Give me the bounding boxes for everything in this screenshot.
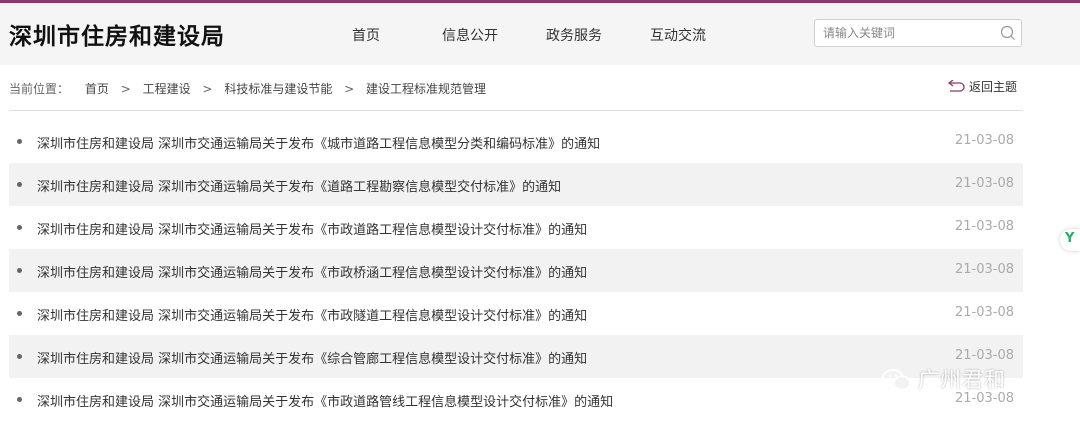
- article-date: 21-03-08: [954, 219, 1014, 234]
- nav-government-services[interactable]: 政务服务: [546, 25, 602, 45]
- article-date: 21-03-08: [954, 262, 1014, 277]
- side-badge-icon[interactable]: Y: [1060, 229, 1080, 251]
- breadcrumb-label: 当前位置：: [9, 82, 70, 96]
- breadcrumb-tech-standards[interactable]: 科技标准与建设节能: [224, 82, 332, 96]
- search-input[interactable]: [823, 24, 993, 42]
- search-icon[interactable]: [1000, 25, 1016, 41]
- site-title[interactable]: 深圳市住房和建设局: [9, 17, 225, 51]
- list-item: 深圳市住房和建设局 深圳市交通运输局关于发布《城市道路工程信息模型分类和编码标准…: [9, 120, 1023, 163]
- article-title-link[interactable]: 深圳市住房和建设局 深圳市交通运输局关于发布《市政道路工程信息模型设计交付标准》…: [37, 219, 587, 238]
- article-title-link[interactable]: 深圳市住房和建设局 深圳市交通运输局关于发布《道路工程勘察信息模型交付标准》的通…: [37, 176, 561, 195]
- article-list: 深圳市住房和建设局 深圳市交通运输局关于发布《城市道路工程信息模型分类和编码标准…: [9, 120, 1023, 421]
- back-to-topic-label: 返回主题: [969, 80, 1018, 94]
- wechat-icon: [882, 369, 911, 391]
- breadcrumb-separator: >: [202, 82, 213, 96]
- article-date: 21-03-08: [954, 348, 1014, 363]
- divider: [9, 110, 1023, 111]
- search-box: [814, 19, 1022, 47]
- back-to-topic-link[interactable]: 返回主题: [945, 78, 1017, 95]
- bullet-icon: [17, 311, 22, 316]
- article-date: 21-03-08: [954, 176, 1014, 191]
- list-item: 深圳市住房和建设局 深圳市交通运输局关于发布《道路工程勘察信息模型交付标准》的通…: [9, 163, 1023, 206]
- header: 深圳市住房和建设局 首页 信息公开 政务服务 互动交流: [0, 3, 1080, 65]
- list-item: 深圳市住房和建设局 深圳市交通运输局关于发布《市政道路管线工程信息模型设计交付标…: [9, 378, 1023, 421]
- breadcrumb-separator: >: [120, 82, 131, 96]
- breadcrumb-separator: >: [344, 82, 355, 96]
- nav-home[interactable]: 首页: [352, 25, 380, 45]
- article-title-link[interactable]: 深圳市住房和建设局 深圳市交通运输局关于发布《市政隧道工程信息模型设计交付标准》…: [37, 305, 587, 324]
- list-item: 深圳市住房和建设局 深圳市交通运输局关于发布《市政桥涵工程信息模型设计交付标准》…: [9, 249, 1023, 292]
- bullet-icon: [17, 397, 22, 402]
- breadcrumb: 当前位置： 首页 > 工程建设 > 科技标准与建设节能 > 建设工程标准规范管理: [9, 80, 486, 97]
- breadcrumb-standards-management[interactable]: 建设工程标准规范管理: [366, 82, 486, 96]
- article-title-link[interactable]: 深圳市住房和建设局 深圳市交通运输局关于发布《综合管廊工程信息模型设计交付标准》…: [37, 348, 587, 367]
- article-date: 21-03-08: [954, 305, 1014, 320]
- return-arrow-icon: [947, 79, 965, 92]
- list-item: 深圳市住房和建设局 深圳市交通运输局关于发布《市政道路工程信息模型设计交付标准》…: [9, 206, 1023, 249]
- watermark-label: 广州君和: [918, 368, 1006, 392]
- article-title-link[interactable]: 深圳市住房和建设局 深圳市交通运输局关于发布《市政道路管线工程信息模型设计交付标…: [37, 391, 613, 410]
- article-date: 21-03-08: [954, 133, 1014, 148]
- article-title-link[interactable]: 深圳市住房和建设局 深圳市交通运输局关于发布《市政桥涵工程信息模型设计交付标准》…: [37, 262, 587, 281]
- bullet-icon: [17, 182, 22, 187]
- list-item: 深圳市住房和建设局 深圳市交通运输局关于发布《综合管廊工程信息模型设计交付标准》…: [9, 335, 1023, 378]
- nav-info-disclosure[interactable]: 信息公开: [442, 25, 498, 45]
- bullet-icon: [17, 139, 22, 144]
- watermark: 广州君和: [882, 364, 1006, 394]
- nav-interaction[interactable]: 互动交流: [650, 25, 706, 45]
- bullet-icon: [17, 268, 22, 273]
- list-item: 深圳市住房和建设局 深圳市交通运输局关于发布《市政隧道工程信息模型设计交付标准》…: [9, 292, 1023, 335]
- article-title-link[interactable]: 深圳市住房和建设局 深圳市交通运输局关于发布《城市道路工程信息模型分类和编码标准…: [37, 133, 600, 152]
- breadcrumb-home[interactable]: 首页: [85, 82, 109, 96]
- bullet-icon: [17, 354, 22, 359]
- breadcrumb-engineering[interactable]: 工程建设: [143, 82, 191, 96]
- bullet-icon: [17, 225, 22, 230]
